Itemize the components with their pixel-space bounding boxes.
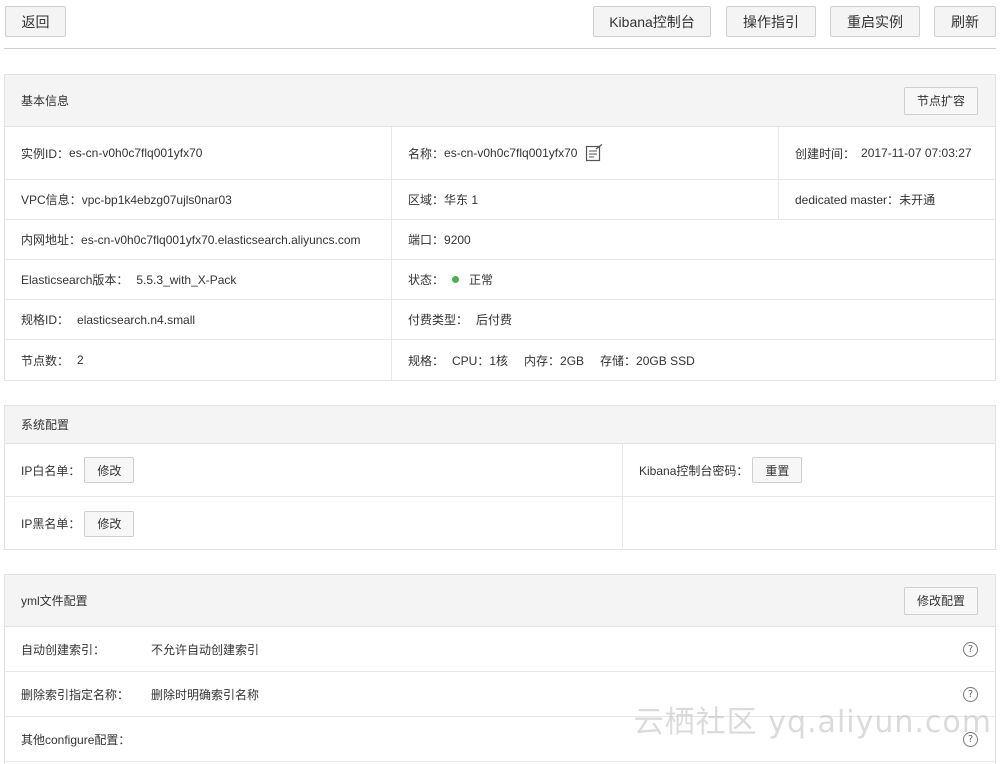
ip-blacklist-edit-button[interactable]: 修改	[84, 510, 135, 537]
system-config-title: 系统配置	[21, 418, 70, 432]
node-count-value: 2	[77, 353, 84, 367]
help-icon[interactable]: ?	[963, 641, 978, 657]
dedicated-master-value: 未开通	[899, 193, 936, 207]
delete-index-name-value: 删除时明确索引名称	[151, 687, 260, 702]
kibana-password-reset-button[interactable]: 重置	[752, 457, 803, 483]
vpc-value: vpc-bp1k4ebzg07ujls0nar03	[81, 192, 232, 207]
created-time-cell: 创建时间： 2017-11-07 07:03:27	[779, 127, 995, 179]
instance-id-label: 实例ID：	[21, 146, 70, 161]
instance-id-cell: 实例ID： es-cn-v0h0c7flq001yfx70	[5, 127, 392, 179]
spec-label: 规格：	[408, 353, 445, 368]
spec-id-value: elasticsearch.n4.small	[77, 312, 196, 327]
es-version-label: Elasticsearch版本：	[21, 273, 129, 287]
ip-whitelist-edit-button[interactable]: 修改	[84, 457, 135, 483]
created-time-label: 创建时间：	[795, 146, 856, 161]
auto-create-index-label: 自动创建索引：	[21, 642, 106, 657]
back-button[interactable]: 返回	[5, 6, 66, 37]
restart-instance-button[interactable]: 重启实例	[830, 6, 920, 37]
port-label: 端口：	[408, 233, 445, 247]
info-row-6: 节点数： 2 规格： CPU：1核 内存：2GB 存储：20GB SSD	[5, 340, 995, 380]
node-scale-button[interactable]: 节点扩容	[903, 86, 978, 115]
intranet-address-label: 内网地址：	[21, 233, 82, 247]
ip-whitelist-label: IP白名单：	[21, 463, 81, 478]
name-value: es-cn-v0h0c7flq001yfx70	[444, 146, 578, 160]
name-label: 名称：	[408, 146, 445, 161]
edit-name-icon[interactable]	[585, 143, 603, 162]
spec-id-cell: 规格ID： elasticsearch.n4.small	[5, 300, 392, 339]
info-row-3: 内网地址： es-cn-v0h0c7flq001yfx70.elasticsea…	[5, 220, 995, 260]
node-count-label: 节点数：	[21, 353, 70, 368]
dedicated-master-label: dedicated master：	[795, 193, 900, 207]
intranet-address-value: es-cn-v0h0c7flq001yfx70.elasticsearch.al…	[81, 232, 361, 247]
status-value: 正常	[469, 273, 494, 287]
spec-cell: 规格： CPU：1核 内存：2GB 存储：20GB SSD	[392, 340, 995, 380]
yml-config-title: yml文件配置	[21, 594, 88, 608]
port-value: 9200	[444, 232, 471, 247]
yml-row-auto-create-index: 自动创建索引： 不允许自动创建索引 ?	[5, 627, 995, 672]
system-config-header: 系统配置	[5, 406, 995, 444]
es-version-value: 5.5.3_with_X-Pack	[136, 272, 237, 287]
spec-memory-value: 内存：2GB	[524, 353, 585, 368]
billing-type-cell: 付费类型： 后付费	[392, 300, 995, 339]
spec-id-label: 规格ID：	[21, 313, 70, 327]
kibana-password-label: Kibana控制台密码：	[639, 463, 749, 478]
toolbar-divider	[4, 48, 996, 49]
port-cell: 端口： 9200	[392, 220, 995, 259]
watermark: 云栖社区 yq.aliyun.com	[633, 705, 992, 740]
vpc-cell: VPC信息： vpc-bp1k4ebzg07ujls0nar03	[5, 180, 392, 219]
system-config-row-2: IP黑名单： 修改	[5, 497, 995, 550]
kibana-password-cell: Kibana控制台密码： 重置	[623, 444, 995, 496]
vpc-label: VPC信息：	[21, 193, 82, 207]
name-cell: 名称： es-cn-v0h0c7flq001yfx70	[392, 127, 779, 179]
region-value: 华东 1	[444, 193, 479, 207]
info-row-1: 实例ID： es-cn-v0h0c7flq001yfx70 名称： es-cn-…	[5, 127, 995, 180]
top-toolbar: 返回 Kibana控制台 操作指引 重启实例 刷新	[0, 0, 1002, 50]
ip-blacklist-cell: IP黑名单： 修改	[5, 497, 623, 550]
auto-create-index-value: 不允许自动创建索引	[151, 642, 260, 657]
system-config-row-1: IP白名单： 修改 Kibana控制台密码： 重置	[5, 444, 995, 497]
basic-info-header: 基本信息 节点扩容	[5, 75, 995, 127]
yml-config-header: yml文件配置 修改配置	[5, 575, 995, 627]
region-cell: 区域： 华东 1	[392, 180, 779, 219]
operation-guide-button[interactable]: 操作指引	[726, 6, 816, 37]
edit-config-button[interactable]: 修改配置	[903, 586, 978, 615]
empty-cell	[623, 497, 995, 550]
status-label: 状态：	[408, 273, 445, 287]
dedicated-master-cell: dedicated master： 未开通	[779, 180, 995, 219]
billing-type-label: 付费类型：	[408, 313, 469, 327]
instance-id-value: es-cn-v0h0c7flq001yfx70	[69, 146, 203, 160]
system-config-panel: 系统配置 IP白名单： 修改 Kibana控制台密码： 重置 IP黑名单： 修改	[4, 405, 996, 550]
status-dot-icon	[452, 276, 460, 283]
kibana-console-button[interactable]: Kibana控制台	[593, 6, 711, 37]
spec-cpu-value: CPU：1核	[452, 353, 509, 368]
delete-index-name-label: 删除索引指定名称：	[21, 687, 130, 702]
basic-info-title: 基本信息	[21, 94, 70, 108]
region-label: 区域：	[408, 193, 445, 207]
info-row-4: Elasticsearch版本： 5.5.3_with_X-Pack 状态： 正…	[5, 260, 995, 300]
basic-info-panel: 基本信息 节点扩容 实例ID： es-cn-v0h0c7flq001yfx70 …	[4, 74, 996, 381]
es-version-cell: Elasticsearch版本： 5.5.3_with_X-Pack	[5, 260, 392, 299]
info-row-2: VPC信息： vpc-bp1k4ebzg07ujls0nar03 区域： 华东 …	[5, 180, 995, 220]
status-cell: 状态： 正常	[392, 260, 995, 299]
node-count-cell: 节点数： 2	[5, 340, 392, 380]
info-row-5: 规格ID： elasticsearch.n4.small 付费类型： 后付费	[5, 300, 995, 340]
created-time-value: 2017-11-07 07:03:27	[861, 146, 972, 160]
ip-whitelist-cell: IP白名单： 修改	[5, 444, 623, 496]
billing-type-value: 后付费	[476, 313, 513, 327]
intranet-address-cell: 内网地址： es-cn-v0h0c7flq001yfx70.elasticsea…	[5, 220, 392, 259]
refresh-button[interactable]: 刷新	[934, 6, 996, 37]
other-configure-label: 其他configure配置：	[21, 732, 131, 747]
spec-storage-value: 存储：20GB SSD	[600, 353, 695, 368]
ip-blacklist-label: IP黑名单：	[21, 517, 81, 531]
